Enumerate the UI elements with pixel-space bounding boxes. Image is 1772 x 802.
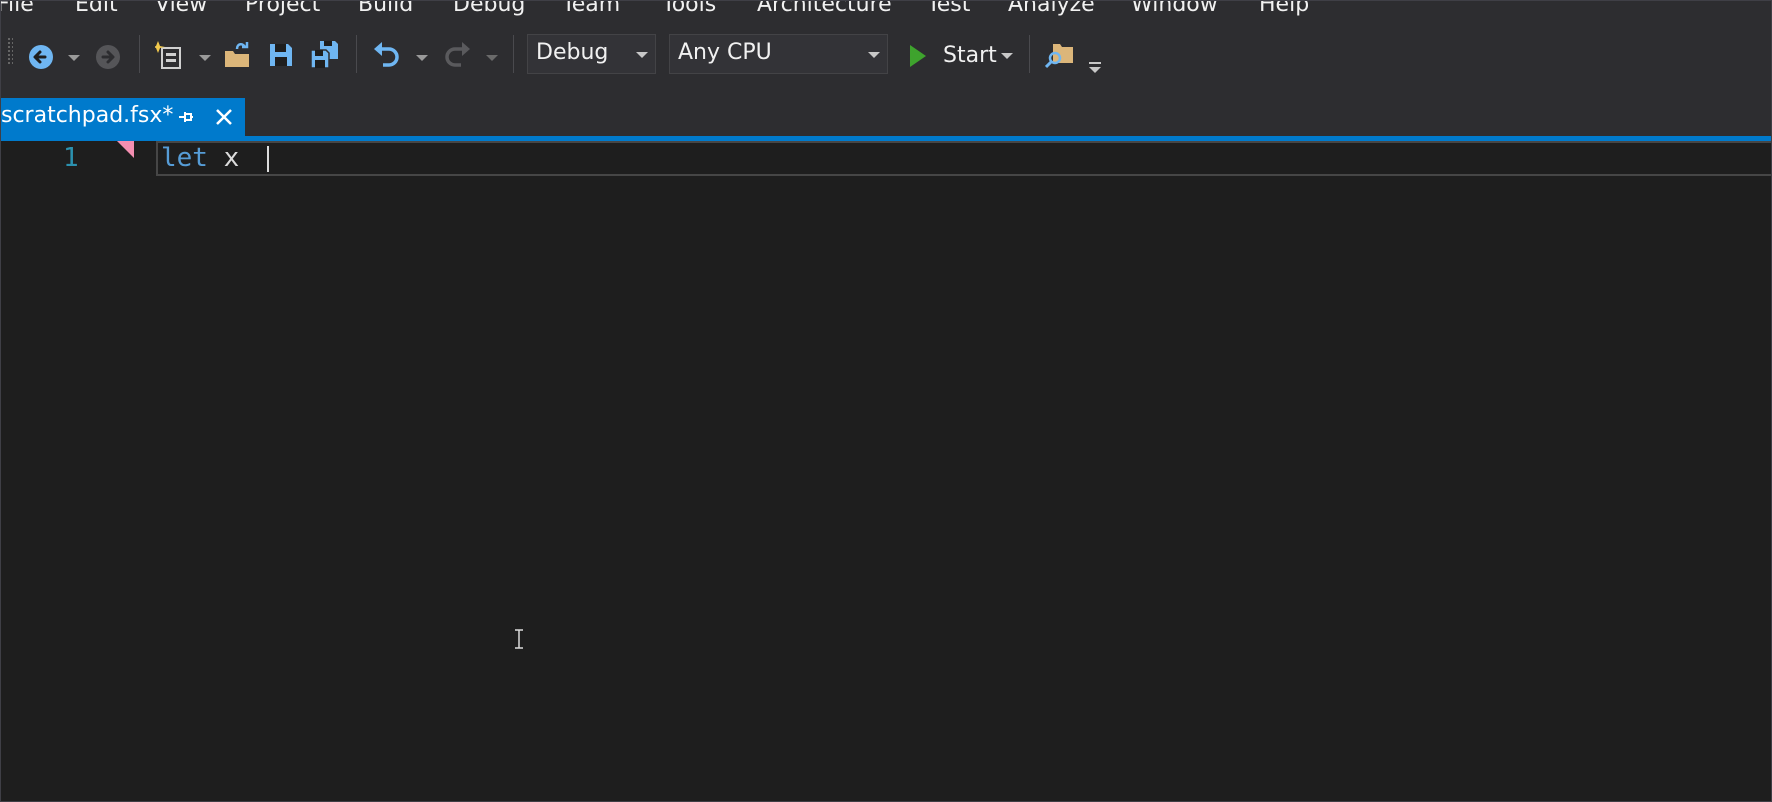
standard-toolbar: Debug Any CPU Start [1,23,1771,91]
ibeam-cursor-icon [515,629,523,649]
menu-edit[interactable]: Edit [75,1,118,18]
toolbar-separator [356,35,357,73]
code-editor[interactable]: 1 let x [1,141,1771,801]
pin-icon[interactable] [177,108,195,126]
tab-label: scratchpad.fsx* [1,103,174,128]
solution-configuration-value: Debug [536,40,609,65]
navigate-back-icon[interactable] [27,43,55,71]
chevron-down-icon[interactable] [198,53,212,63]
redo-icon[interactable] [441,39,473,71]
toolbar-overflow-icon[interactable] [1087,61,1103,75]
identifier-token: x [223,143,240,173]
menu-project[interactable]: Project [245,1,320,18]
undo-icon[interactable] [371,39,403,71]
save-icon[interactable] [267,41,295,69]
chevron-down-icon[interactable] [485,53,499,63]
toolbar-grip[interactable] [7,37,13,65]
menu-file[interactable]: File [1,1,34,18]
find-in-files-icon[interactable] [1045,39,1077,71]
visual-studio-window: File Edit View Project Build Debug Team … [0,0,1772,802]
menu-debug[interactable]: Debug [453,1,525,18]
chevron-down-icon[interactable] [415,53,429,63]
close-icon[interactable] [214,107,234,127]
line-number: 1 [63,143,79,173]
toolbar-separator [513,35,514,73]
chevron-down-icon [636,52,648,58]
menu-architecture[interactable]: Architecture [757,1,892,18]
menu-tools[interactable]: Tools [662,1,716,18]
start-button[interactable]: Start [943,43,997,68]
document-tab-strip: scratchpad.fsx* [1,91,1771,136]
solution-platform-value: Any CPU [678,40,772,65]
keyword-token: let [161,143,208,173]
menu-test[interactable]: Test [927,1,970,18]
save-all-icon[interactable] [309,39,341,71]
code-line[interactable]: let x [161,143,239,173]
menu-window[interactable]: Window [1131,1,1218,18]
solution-configuration-dropdown[interactable]: Debug [527,34,656,74]
start-icon[interactable] [907,43,929,69]
menu-analyze[interactable]: Analyze [1008,1,1095,18]
text-caret [267,146,269,172]
solution-platform-dropdown[interactable]: Any CPU [669,34,888,74]
open-file-icon[interactable] [223,39,253,71]
toolbar-separator [139,35,140,73]
menu-help[interactable]: Help [1259,1,1309,18]
menu-bar: File Edit View Project Build Debug Team … [1,1,1771,23]
toolbar-separator [1029,35,1030,73]
navigate-forward-icon[interactable] [94,43,122,71]
tab-scratchpad[interactable]: scratchpad.fsx* [1,98,245,136]
chevron-down-icon[interactable] [67,53,81,63]
menu-view[interactable]: View [155,1,207,18]
chevron-down-icon [868,52,880,58]
new-project-icon[interactable] [155,39,185,71]
menu-team[interactable]: Team [562,1,620,18]
chevron-down-icon[interactable] [1000,51,1014,61]
error-indicator [117,141,134,158]
menu-build[interactable]: Build [358,1,413,18]
current-line-highlight [156,141,1771,176]
